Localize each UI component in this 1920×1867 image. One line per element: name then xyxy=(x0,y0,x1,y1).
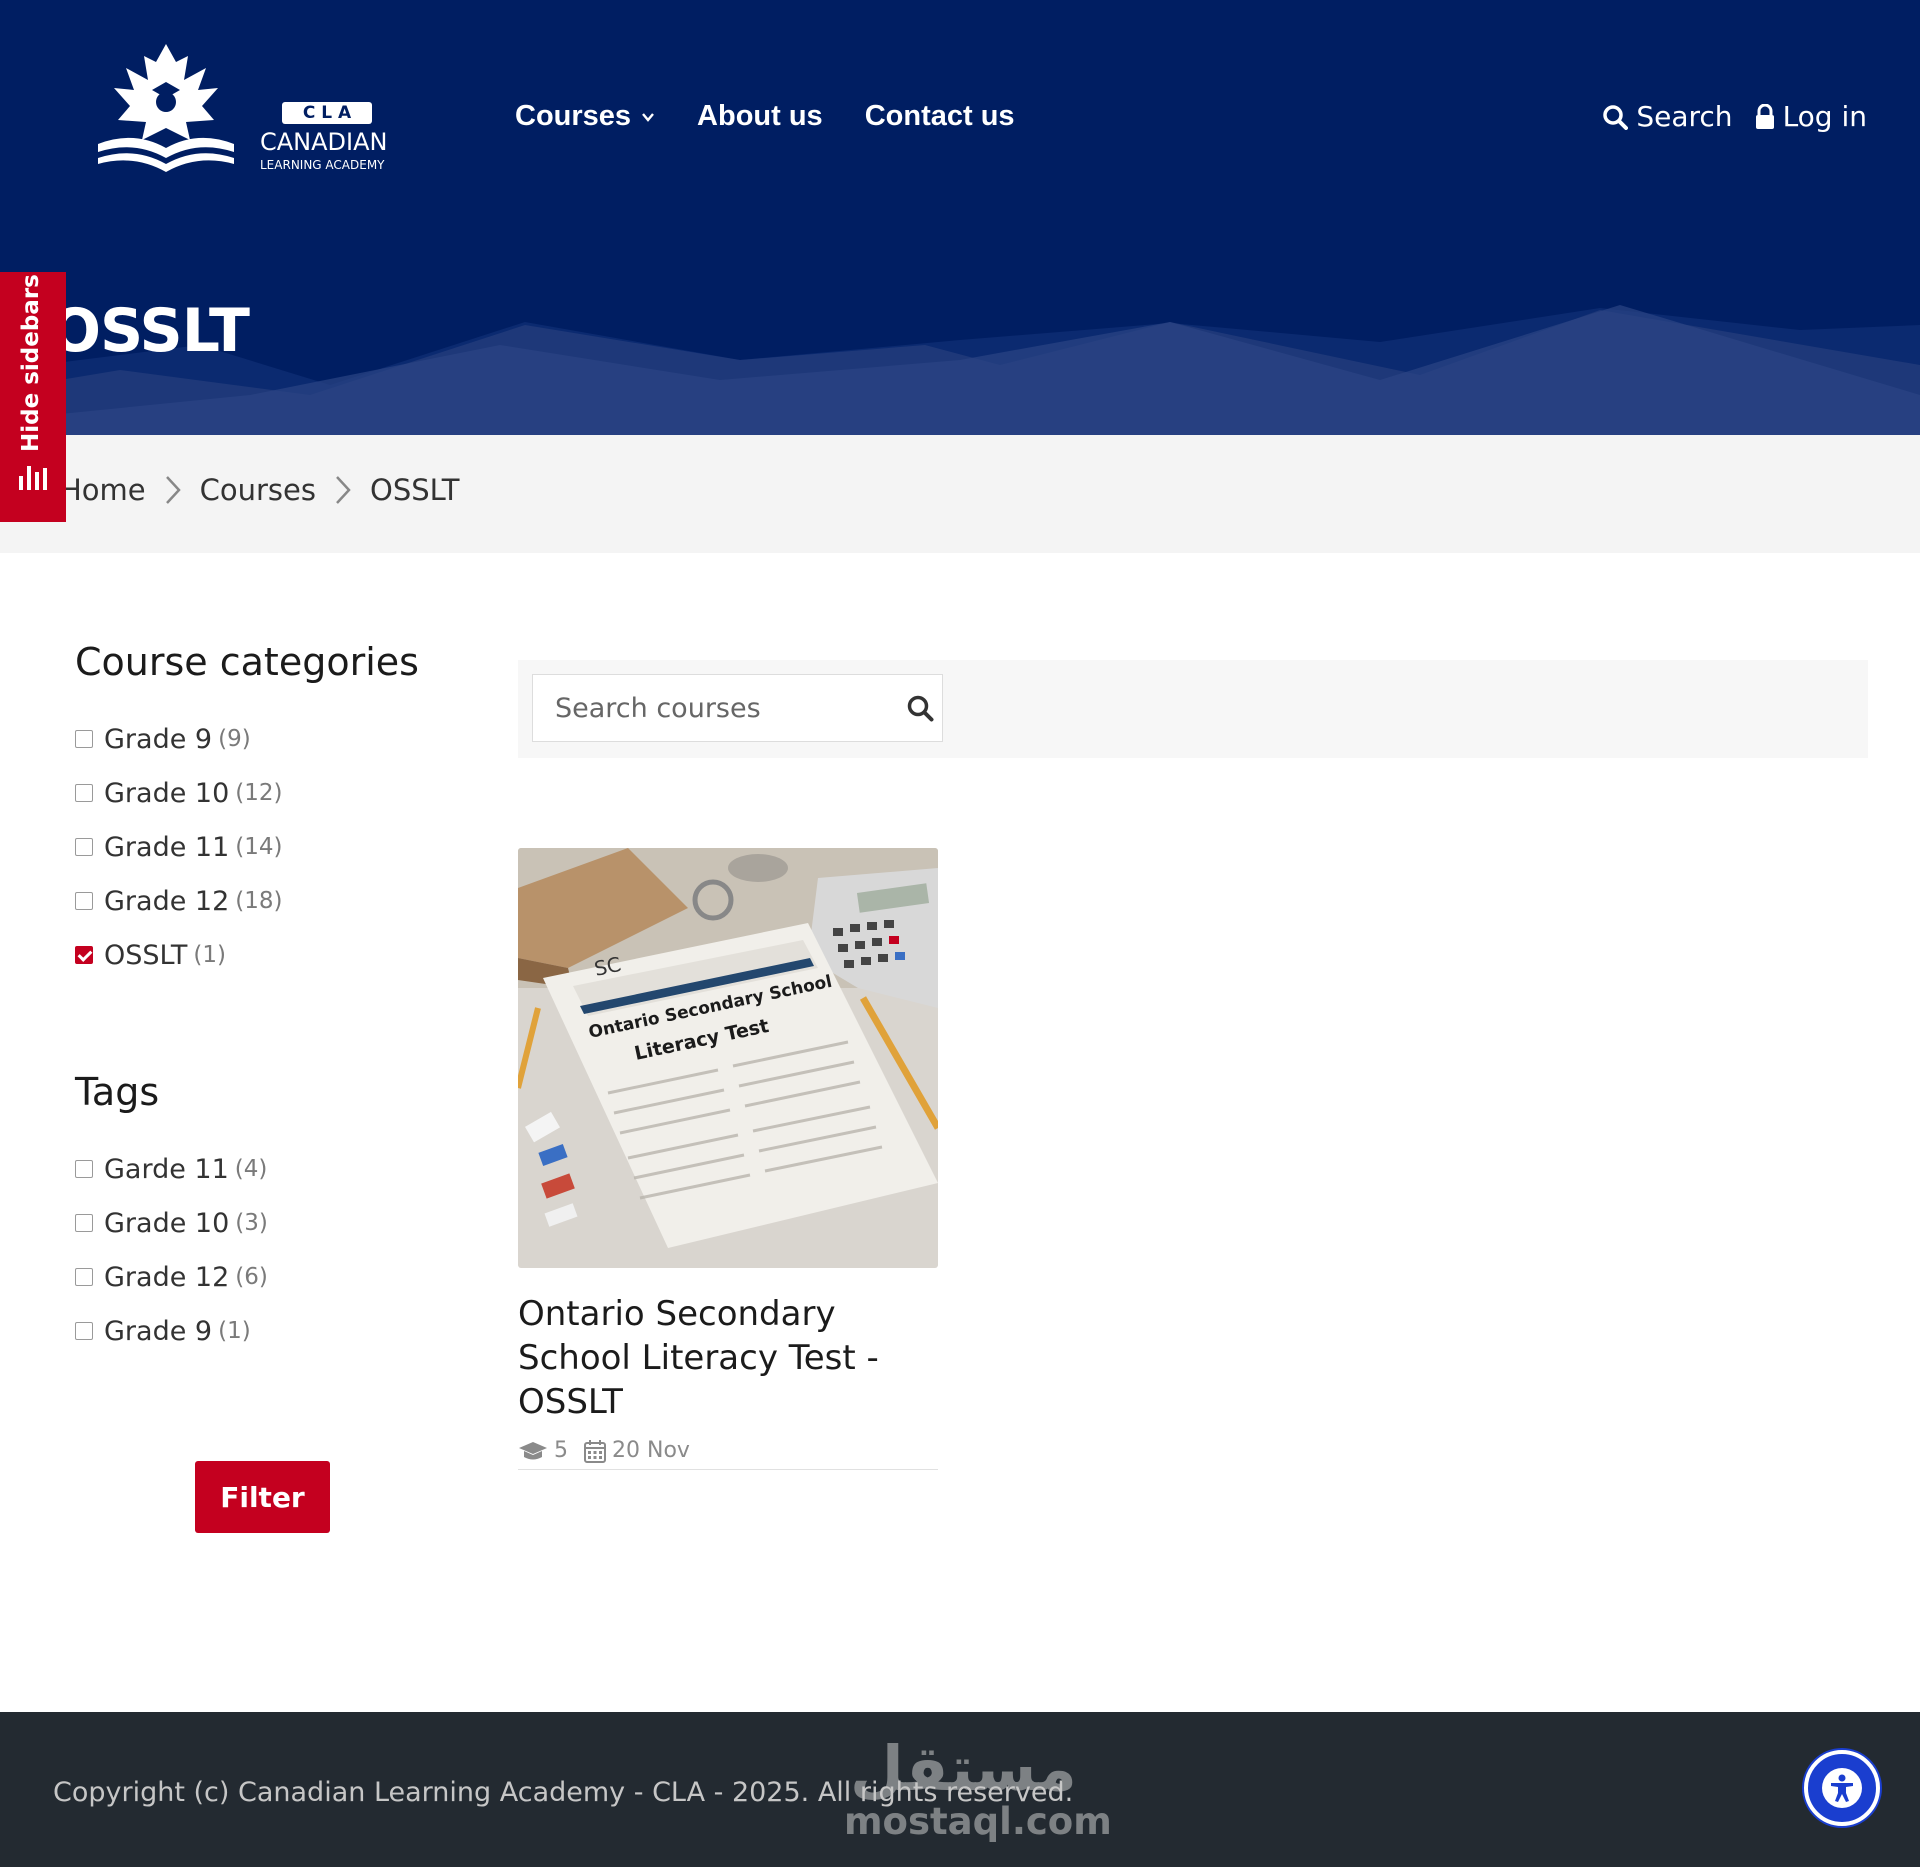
category-item-grade-12[interactable]: Grade 12 (18) xyxy=(75,874,455,928)
tag-count: (4) xyxy=(234,1156,268,1182)
tag-item-grade-9[interactable]: Grade 9 (1) xyxy=(75,1304,455,1358)
tag-checkbox[interactable] xyxy=(75,1322,93,1340)
category-item-grade-11[interactable]: Grade 11 (14) xyxy=(75,820,455,874)
breadcrumb-current: OSSLT xyxy=(370,473,460,507)
course-meta: 5 20 Nov xyxy=(518,1438,938,1470)
chevron-right-icon xyxy=(336,476,351,504)
course-search-panel xyxy=(518,660,1868,758)
course-search-button[interactable] xyxy=(897,678,942,738)
category-list: Grade 9 (9) Grade 10 (12) Grade 11 (14) Gra… xyxy=(75,712,455,982)
logo-badge-text: C L A xyxy=(302,103,352,123)
breadcrumb-home[interactable]: Home xyxy=(60,473,146,507)
category-checkbox[interactable] xyxy=(75,784,93,802)
site-footer: Copyright (c) Canadian Learning Academy … xyxy=(0,1712,1920,1867)
tag-checkbox[interactable] xyxy=(75,1268,93,1286)
header-search-label: Search xyxy=(1636,100,1733,133)
tag-count: (1) xyxy=(218,1318,251,1344)
nav-courses-label: Courses xyxy=(515,100,632,132)
category-count: (14) xyxy=(235,834,283,860)
nav-about-label: About us xyxy=(697,100,823,132)
search-icon xyxy=(907,695,933,722)
accessibility-icon xyxy=(1822,1768,1862,1808)
category-count: (9) xyxy=(218,726,251,752)
tag-item-grade-10[interactable]: Grade 10 (3) xyxy=(75,1196,455,1250)
course-date: 20 Nov xyxy=(584,1438,690,1463)
course-students: 5 xyxy=(518,1438,568,1463)
tags-block: Tags Garde 11 (4) Grade 10 (3) Grade 12 (6)… xyxy=(75,1070,455,1358)
category-label: Grade 9 xyxy=(104,723,213,755)
chevron-right-icon xyxy=(165,476,181,504)
lock-icon xyxy=(1755,103,1774,129)
tag-list: Garde 11 (4) Grade 10 (3) Grade 12 (6) Grad… xyxy=(75,1142,455,1358)
category-checkbox[interactable] xyxy=(75,892,93,910)
tag-item-grade-12[interactable]: Grade 12 (6) xyxy=(75,1250,455,1304)
course-title[interactable]: Ontario Secondary School Literacy Test -… xyxy=(518,1292,938,1424)
category-label: Grade 12 xyxy=(104,885,230,917)
header-actions: Search Log in xyxy=(1602,100,1867,133)
graduation-cap-icon xyxy=(519,1441,547,1459)
course-card[interactable]: SC Ontario Secondary School Literacy Tes… xyxy=(518,848,938,1470)
page-title: OSSLT xyxy=(50,296,250,366)
breadcrumb: Home Courses OSSLT xyxy=(60,473,460,507)
nav-about-us[interactable]: About us xyxy=(697,100,823,133)
category-checkbox[interactable] xyxy=(75,838,93,856)
tag-checkbox[interactable] xyxy=(75,1160,93,1178)
logo-tagline: LEARNING ACADEMY xyxy=(260,158,385,172)
login-label: Log in xyxy=(1782,100,1867,133)
site-header: C L A CANADIAN LEARNING ACADEMY Courses … xyxy=(0,0,1920,435)
calendar-icon xyxy=(584,1439,606,1463)
accessibility-button[interactable] xyxy=(1804,1750,1880,1826)
logo-name: CANADIAN xyxy=(260,128,388,156)
category-label: Grade 10 xyxy=(104,777,230,809)
course-thumbnail-image[interactable]: SC Ontario Secondary School Literacy Tes… xyxy=(518,848,938,1268)
nav-contact-us[interactable]: Contact us xyxy=(865,100,1015,133)
breadcrumb-courses[interactable]: Courses xyxy=(200,473,316,507)
tag-label: Grade 9 xyxy=(104,1315,213,1347)
bar-chart-icon xyxy=(19,466,47,490)
tag-count: (6) xyxy=(235,1264,268,1290)
login-button[interactable]: Log in xyxy=(1755,100,1867,133)
chevron-down-icon xyxy=(642,112,654,122)
tag-count: (3) xyxy=(235,1210,268,1236)
course-date-text: 20 Nov xyxy=(612,1438,690,1463)
course-search-box xyxy=(532,674,943,742)
tag-label: Grade 10 xyxy=(104,1207,230,1239)
hide-sidebars-label: Hide sidebars xyxy=(18,274,44,452)
main-nav: Courses About us Contact us xyxy=(515,100,1015,133)
tag-label: Garde 11 xyxy=(104,1153,229,1185)
tag-label: Grade 12 xyxy=(104,1261,230,1293)
nav-courses[interactable]: Courses xyxy=(515,100,655,133)
category-label: Grade 11 xyxy=(104,831,230,863)
nav-contact-label: Contact us xyxy=(864,100,1015,132)
breadcrumb-bar: Home Courses OSSLT xyxy=(0,435,1920,553)
category-checkbox[interactable] xyxy=(75,730,93,748)
course-search-input[interactable] xyxy=(533,675,897,741)
category-label: OSSLT xyxy=(104,939,188,971)
hide-sidebars-toggle[interactable]: Hide sidebars xyxy=(0,272,66,522)
category-count: (1) xyxy=(193,942,226,968)
category-checkbox-checked[interactable] xyxy=(75,946,93,964)
category-item-osslt[interactable]: OSSLT (1) xyxy=(75,928,455,982)
tags-heading: Tags xyxy=(75,1070,160,1114)
header-search-button[interactable]: Search xyxy=(1602,100,1733,133)
filter-sidebar: Course categories Grade 9 (9) Grade 10 (12… xyxy=(75,640,455,1358)
watermark-latin: mostaql.com xyxy=(844,1800,1112,1843)
mostaql-watermark: مستقل mostaql.com xyxy=(840,1732,1112,1852)
tag-item-garde-11[interactable]: Garde 11 (4) xyxy=(75,1142,455,1196)
category-count: (12) xyxy=(235,780,283,806)
filter-button[interactable]: Filter xyxy=(195,1461,330,1533)
tag-checkbox[interactable] xyxy=(75,1214,93,1232)
cla-logo[interactable]: C L A CANADIAN LEARNING ACADEMY xyxy=(94,44,394,174)
categories-heading: Course categories xyxy=(75,640,419,684)
category-item-grade-9[interactable]: Grade 9 (9) xyxy=(75,712,455,766)
category-item-grade-10[interactable]: Grade 10 (12) xyxy=(75,766,455,820)
category-count: (18) xyxy=(235,888,283,914)
course-students-count: 5 xyxy=(554,1438,568,1463)
watermark-arabic: مستقل xyxy=(850,1732,1077,1805)
search-icon xyxy=(1603,104,1629,130)
